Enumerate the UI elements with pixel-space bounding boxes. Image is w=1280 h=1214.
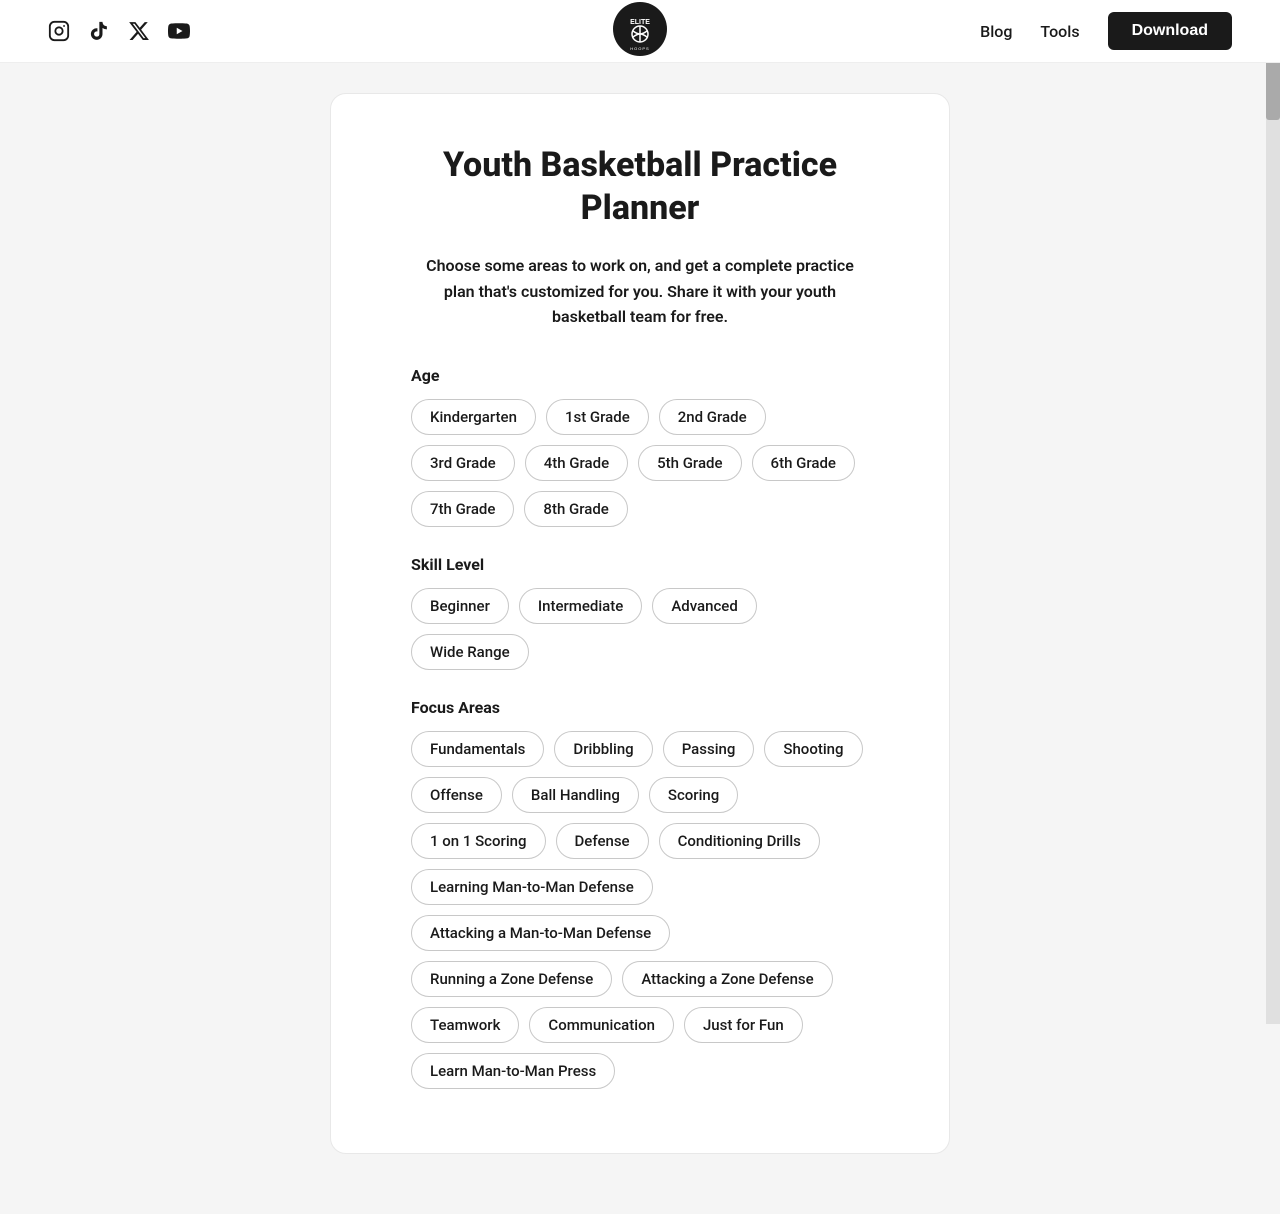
age-tag[interactable]: 5th Grade: [638, 445, 741, 481]
page-title: Youth Basketball Practice Planner: [411, 144, 869, 229]
youtube-icon[interactable]: [168, 20, 190, 42]
page-description: Choose some areas to work on, and get a …: [411, 253, 869, 330]
age-tag[interactable]: 7th Grade: [411, 491, 514, 527]
age-tag[interactable]: 1st Grade: [546, 399, 649, 435]
focus-tag[interactable]: Running a Zone Defense: [411, 961, 612, 997]
age-tag[interactable]: 8th Grade: [524, 491, 627, 527]
logo[interactable]: ELITE HOOPS: [613, 2, 667, 60]
focus-tag[interactable]: Fundamentals: [411, 731, 544, 767]
focus-tag[interactable]: Shooting: [764, 731, 862, 767]
svg-text:ELITE: ELITE: [630, 19, 650, 26]
skill-tag[interactable]: Advanced: [652, 588, 756, 624]
focus-tag[interactable]: Learning Man-to-Man Defense: [411, 869, 653, 905]
age-tags-group: Kindergarten 1st Grade 2nd Grade 3rd Grade 4…: [411, 399, 869, 527]
focus-tag[interactable]: Offense: [411, 777, 502, 813]
instagram-icon[interactable]: [48, 20, 70, 42]
twitter-icon[interactable]: [128, 20, 150, 42]
download-button[interactable]: Download: [1108, 12, 1232, 50]
skill-section-label: Skill Level: [411, 555, 869, 574]
age-tag[interactable]: 4th Grade: [525, 445, 628, 481]
tools-link[interactable]: Tools: [1040, 22, 1079, 41]
focus-tag[interactable]: Attacking a Zone Defense: [622, 961, 832, 997]
age-tag[interactable]: Kindergarten: [411, 399, 536, 435]
focus-tag[interactable]: Conditioning Drills: [659, 823, 820, 859]
main-content: Youth Basketball Practice Planner Choose…: [0, 63, 1280, 1214]
planner-card: Youth Basketball Practice Planner Choose…: [330, 93, 950, 1154]
focus-tag[interactable]: Ball Handling: [512, 777, 639, 813]
tiktok-icon[interactable]: [88, 20, 110, 42]
focus-tag[interactable]: Learn Man-to-Man Press: [411, 1053, 615, 1089]
focus-tags-group: Fundamentals Dribbling PassingShooting Offe…: [411, 731, 869, 1089]
age-tag[interactable]: 2nd Grade: [659, 399, 766, 435]
focus-tag[interactable]: Dribbling: [554, 731, 652, 767]
skill-tag[interactable]: Wide Range: [411, 634, 529, 670]
svg-text:HOOPS: HOOPS: [630, 46, 649, 51]
scrollbar-track[interactable]: [1266, 0, 1280, 1024]
blog-link[interactable]: Blog: [980, 22, 1012, 41]
skill-tags-group: Beginner Intermediate Advanced Wide Range: [411, 588, 869, 670]
focus-tag[interactable]: Communication: [529, 1007, 674, 1043]
focus-tag[interactable]: Defense: [556, 823, 649, 859]
focus-tag[interactable]: 1 on 1 Scoring: [411, 823, 546, 859]
focus-tag[interactable]: Attacking a Man-to-Man Defense: [411, 915, 670, 951]
focus-tag[interactable]: Scoring: [649, 777, 738, 813]
focus-tag[interactable]: Passing: [663, 731, 755, 767]
age-tag[interactable]: 3rd Grade: [411, 445, 515, 481]
skill-tag[interactable]: Intermediate: [519, 588, 642, 624]
logo-image: ELITE HOOPS: [613, 2, 667, 56]
focus-section-label: Focus Areas: [411, 698, 869, 717]
nav-links: Blog Tools Download: [980, 12, 1232, 50]
age-section-label: Age: [411, 366, 869, 385]
skill-tag[interactable]: Beginner: [411, 588, 509, 624]
age-tag[interactable]: 6th Grade: [752, 445, 855, 481]
focus-tag[interactable]: Just for Fun: [684, 1007, 803, 1043]
navbar: ELITE HOOPS Blog Tools Download: [0, 0, 1280, 63]
focus-tag[interactable]: Teamwork: [411, 1007, 519, 1043]
social-icons-group: [48, 20, 190, 42]
